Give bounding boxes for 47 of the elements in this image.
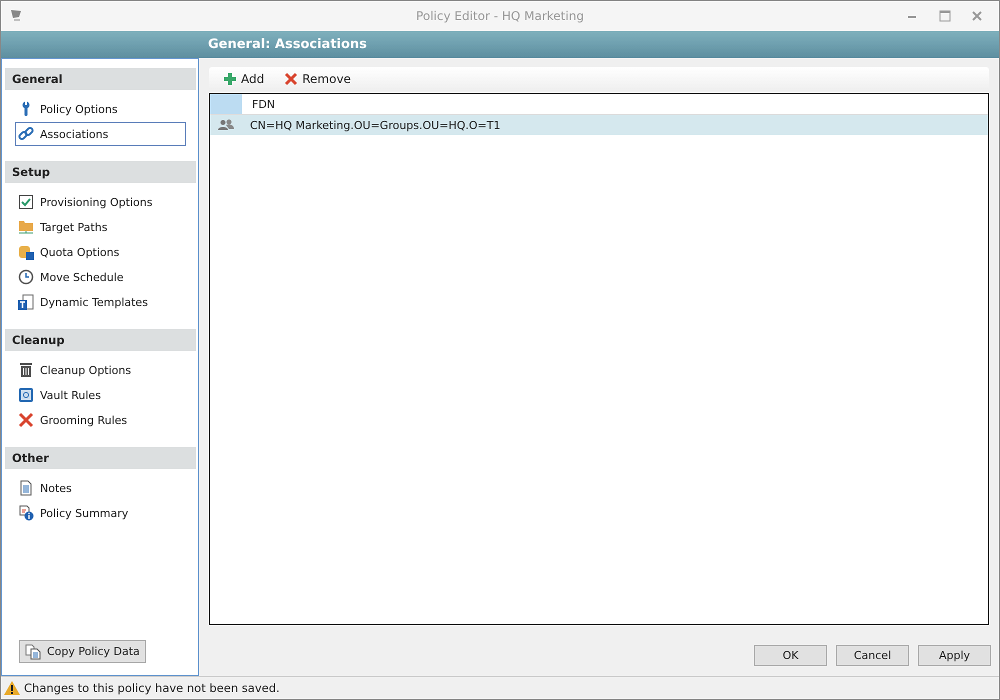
sidebar-item[interactable]: Policy Summary [15, 501, 186, 525]
dialog-button[interactable]: OK [754, 645, 827, 666]
maximize-icon[interactable] [939, 10, 951, 22]
copy-policy-data-button[interactable]: Copy Policy Data [19, 640, 146, 663]
group-icon [218, 119, 234, 131]
sidebar-item[interactable]: Vault Rules [15, 383, 186, 407]
cross-icon [18, 412, 34, 428]
document-icon [18, 480, 34, 496]
copy-icon [25, 644, 41, 660]
folder-icon [18, 219, 34, 235]
cross-icon [284, 72, 298, 86]
sidebar-item[interactable]: Target Paths [15, 215, 186, 239]
page-title: General: Associations [208, 37, 367, 52]
document-info-icon [18, 505, 34, 521]
column-header[interactable]: FDN [242, 94, 276, 114]
section-header: Setup [5, 161, 196, 183]
table-row[interactable]: CN=HQ Marketing.OU=Groups.OU=HQ.O=T1 [210, 115, 988, 135]
sidebar-item[interactable]: Provisioning Options [15, 190, 186, 214]
table-cell-text: CN=HQ Marketing.OU=Groups.OU=HQ.O=T1 [249, 118, 500, 132]
text-document-icon [18, 294, 34, 310]
sidebar-item[interactable]: Dynamic Templates [15, 290, 186, 314]
section-header: Other [5, 447, 196, 469]
remove-button[interactable]: Remove [282, 72, 353, 86]
dialog-button[interactable]: Apply [918, 645, 991, 666]
close-icon[interactable] [971, 10, 983, 22]
link-icon [18, 126, 34, 142]
section-header: Cleanup [5, 329, 196, 351]
warning-icon [4, 681, 20, 695]
checkbox-icon [18, 194, 34, 210]
sidebar-item[interactable]: Cleanup Options [15, 358, 186, 382]
sidebar-item[interactable]: Move Schedule [15, 265, 186, 289]
sidebar-item[interactable]: Quota Options [15, 240, 186, 264]
trash-icon [18, 362, 34, 378]
sidebar-item[interactable]: Associations [15, 122, 186, 146]
window-title: Policy Editor - HQ Marketing [416, 9, 584, 23]
sidebar-item[interactable]: Grooming Rules [15, 408, 186, 432]
safe-icon [18, 387, 34, 403]
database-icon [18, 244, 34, 260]
sidebar-item[interactable]: Policy Options [15, 97, 186, 121]
dialog-button[interactable]: Cancel [836, 645, 909, 666]
header-corner [210, 94, 242, 114]
add-button[interactable]: Add [221, 72, 266, 86]
sidebar-item[interactable]: Notes [15, 476, 186, 500]
status-message: Changes to this policy have not been saved. [24, 681, 280, 695]
section-header: General [5, 68, 196, 90]
plus-icon [223, 72, 237, 86]
clock-icon [18, 269, 34, 285]
